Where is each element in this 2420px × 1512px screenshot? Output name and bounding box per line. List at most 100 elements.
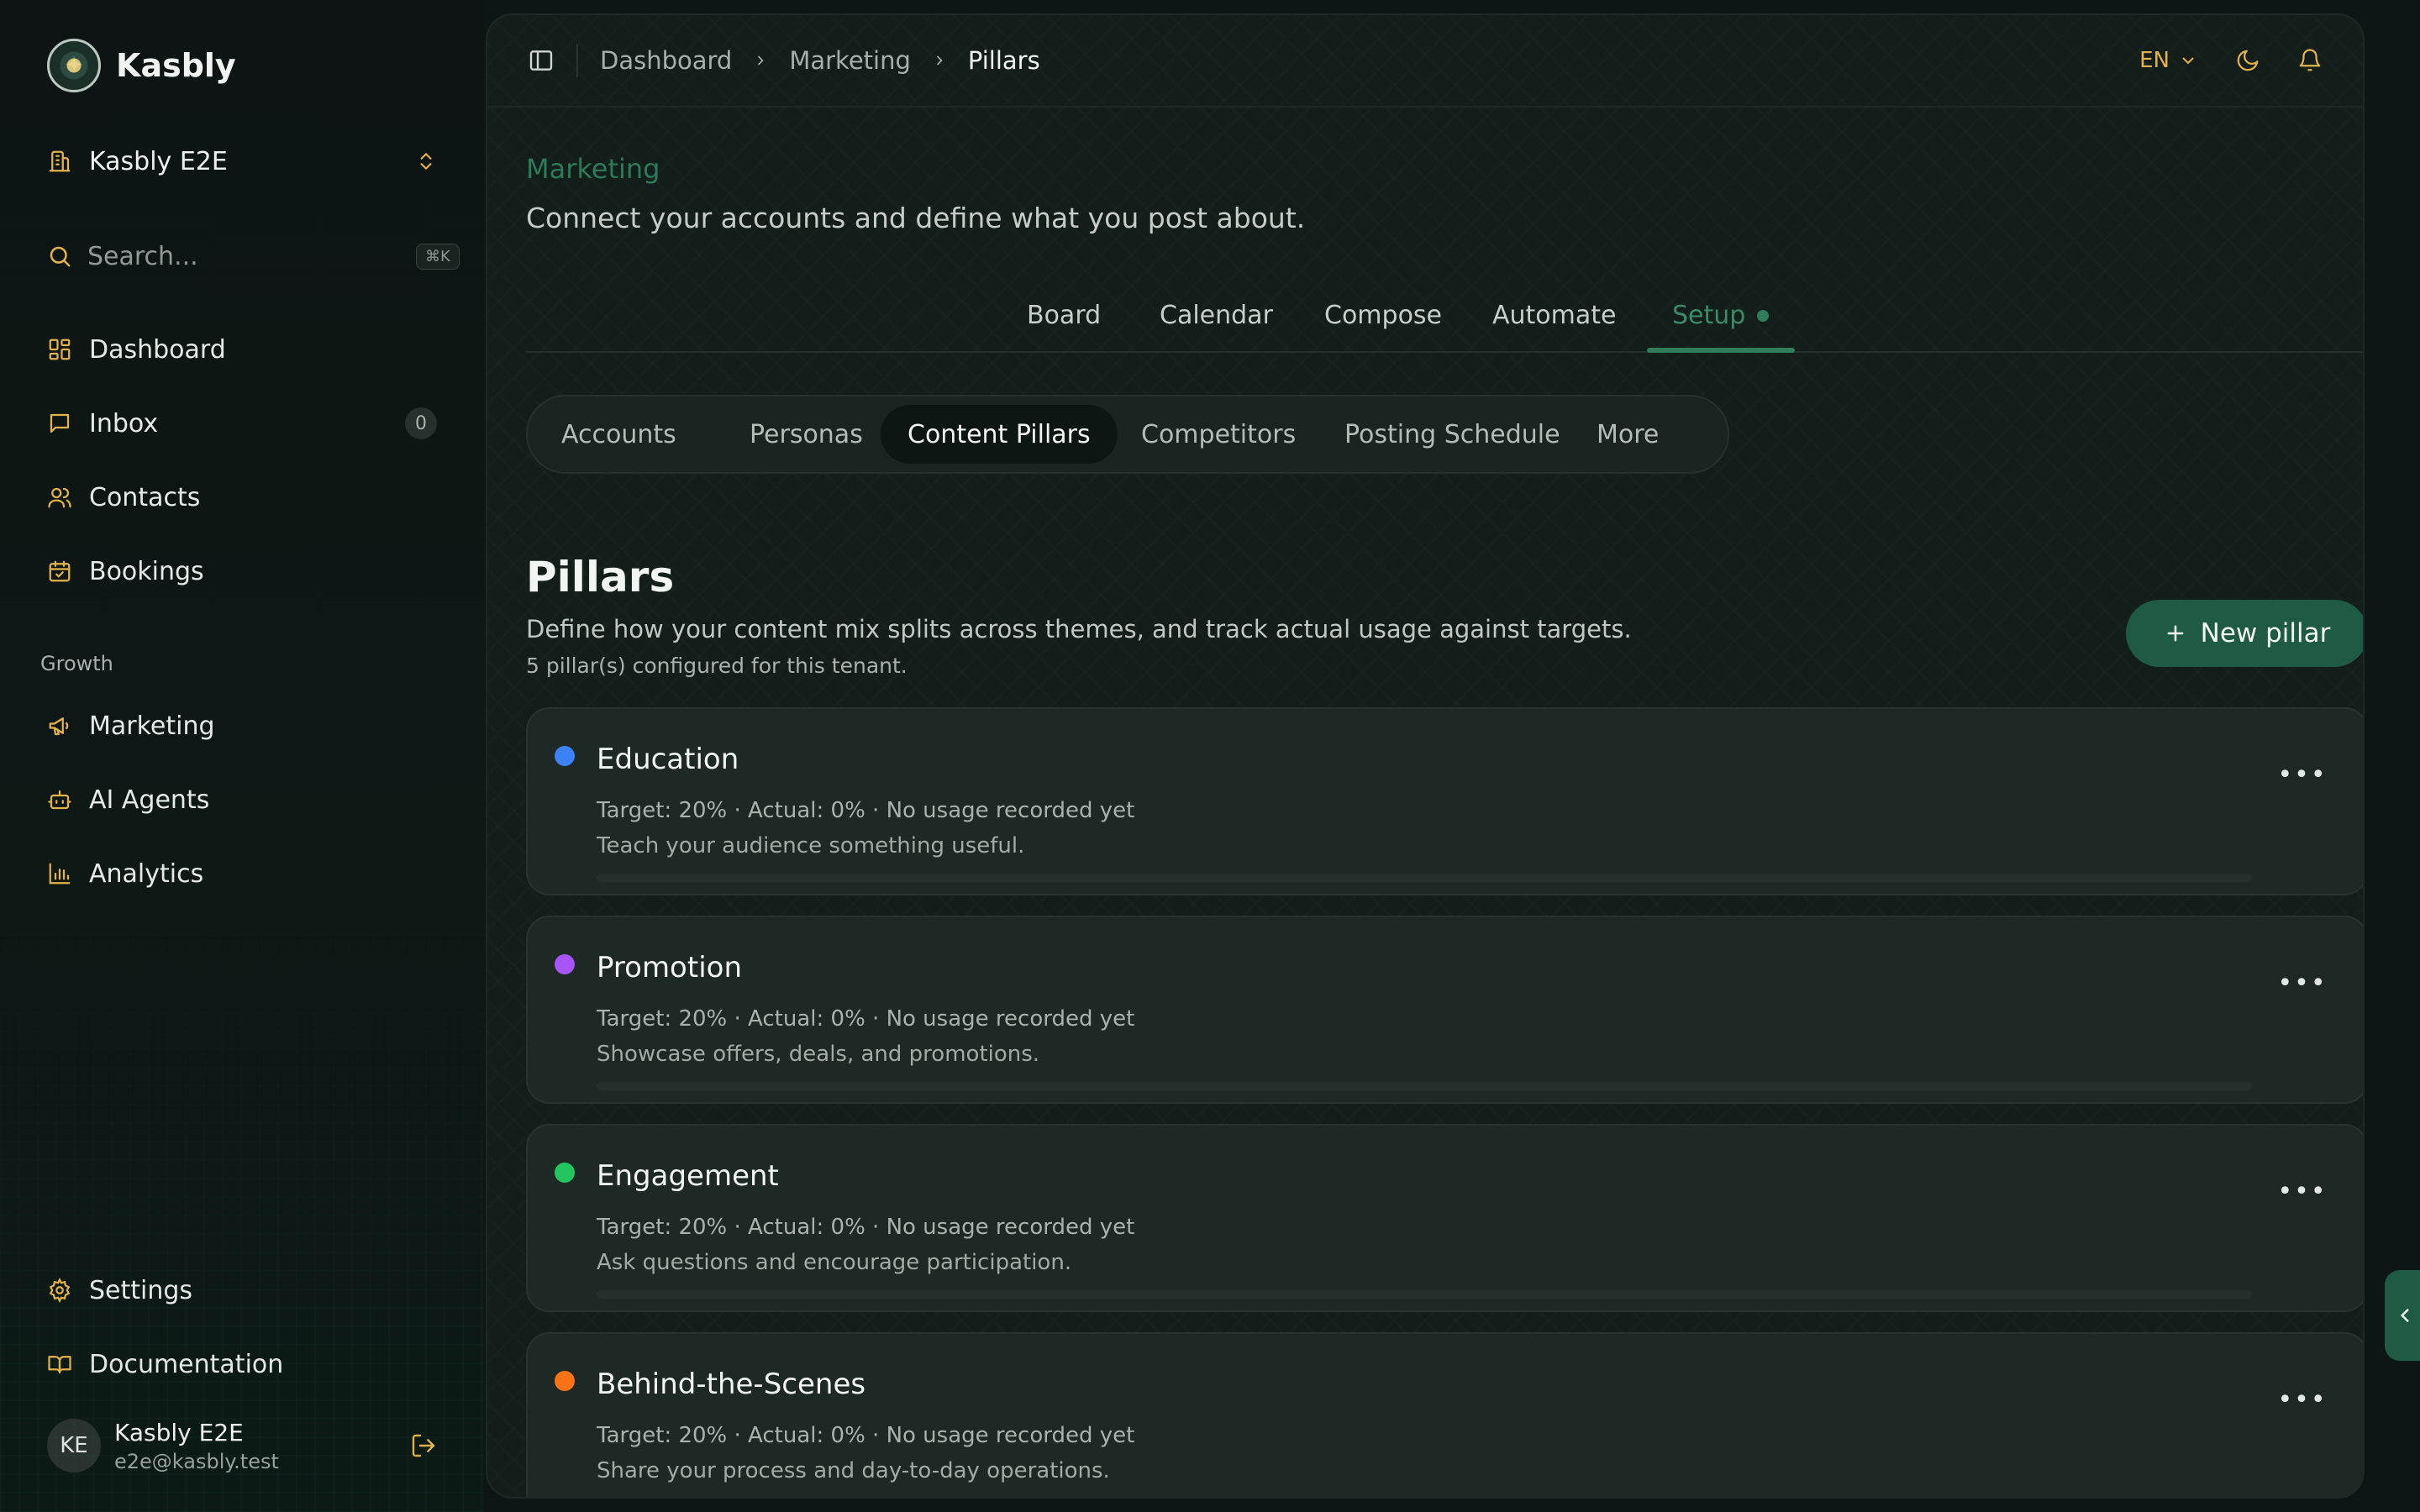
- subtab-more[interactable]: More: [1570, 405, 1686, 464]
- side-panel-toggle[interactable]: [2385, 1270, 2420, 1361]
- brand[interactable]: ✦ Kasbly: [47, 39, 236, 92]
- subtab-label: Posting Schedule: [1344, 419, 1560, 449]
- user-email: e2e@kasbly.test: [114, 1449, 279, 1473]
- section-title: Pillars: [526, 553, 675, 601]
- new-pillar-label: New pillar: [2200, 618, 2331, 648]
- tenant-switcher[interactable]: Kasbly E2E: [47, 141, 437, 181]
- nav-item-dashboard[interactable]: Dashboard: [47, 312, 437, 386]
- pillar-progress: [597, 874, 2252, 882]
- tenant-name: Kasbly E2E: [89, 146, 228, 176]
- pillar-card[interactable]: Engagement Target: 20% · Actual: 0% · No…: [526, 1124, 2363, 1312]
- avatar: KE: [47, 1419, 101, 1473]
- nav-label: Bookings: [89, 556, 204, 586]
- main-panel: Dashboard Marketing Pillars EN Marketing…: [486, 13, 2365, 1499]
- setup-subtabs: Accounts Personas Content Pillars Compet…: [526, 395, 1729, 474]
- pillar-name: Behind-the-Scenes: [597, 1368, 866, 1401]
- pillar-name: Engagement: [597, 1159, 779, 1193]
- more-options-icon[interactable]: •••: [2277, 1174, 2325, 1208]
- pillar-color-dot: [555, 1371, 575, 1391]
- active-dot: [1757, 309, 1770, 322]
- nav-item-bookings[interactable]: Bookings: [47, 534, 437, 608]
- topbar-divider: [576, 44, 578, 77]
- tab-compose[interactable]: Compose: [1324, 301, 1442, 330]
- page-kicker: Marketing: [526, 153, 660, 185]
- tab-label: Compose: [1324, 301, 1443, 330]
- inbox-count-badge: 0: [405, 407, 437, 439]
- nav-item-contacts[interactable]: Contacts: [47, 460, 437, 534]
- topbar: Dashboard Marketing Pillars EN: [487, 15, 2363, 108]
- more-options-icon[interactable]: •••: [2277, 758, 2325, 791]
- chevron-down-icon: [2178, 50, 2198, 71]
- section-description: Define how your content mix splits acros…: [526, 615, 1632, 643]
- pillar-color-dot: [555, 954, 575, 974]
- chevron-right-icon: [752, 52, 769, 69]
- pillar-count: 5 pillar(s) configured for this tenant.: [526, 654, 908, 678]
- pillar-name: Education: [597, 743, 739, 776]
- megaphone-icon: [47, 713, 72, 738]
- user-profile[interactable]: KE Kasbly E2E e2e@kasbly.test: [47, 1416, 437, 1475]
- nav-label: Analytics: [89, 858, 204, 889]
- nav-item-ai-agents[interactable]: AI Agents: [47, 763, 437, 837]
- pillar-meta: Target: 20% · Actual: 0% · No usage reco…: [597, 1215, 1135, 1240]
- bot-icon: [47, 787, 72, 812]
- nav-label: Marketing: [89, 711, 215, 741]
- subtab-label: Content Pillars: [908, 419, 1091, 449]
- pillar-card[interactable]: Behind-the-Scenes Target: 20% · Actual: …: [526, 1332, 2363, 1497]
- nav-item-analytics[interactable]: Analytics: [47, 837, 437, 911]
- subtab-accounts[interactable]: Accounts: [534, 405, 703, 464]
- sidebar-toggle-icon[interactable]: [528, 47, 555, 74]
- nav-item-settings[interactable]: Settings: [47, 1253, 437, 1327]
- pillar-meta: Target: 20% · Actual: 0% · No usage reco…: [597, 798, 1135, 823]
- tab-setup[interactable]: Setup: [1672, 301, 1770, 330]
- more-options-icon[interactable]: •••: [2277, 966, 2325, 1000]
- main-tabs: Board Calendar Compose Automate Setup: [526, 284, 2363, 353]
- primary-nav: Dashboard Inbox 0 Contacts Bookings: [47, 312, 437, 608]
- nav-item-marketing[interactable]: Marketing: [47, 689, 437, 763]
- subtab-content-pillars[interactable]: Content Pillars: [881, 405, 1118, 464]
- search-shortcut: ⌘K: [416, 243, 460, 270]
- pillar-list: Education Target: 20% · Actual: 0% · No …: [526, 707, 2363, 1497]
- inbox-icon: [47, 411, 72, 436]
- subtab-posting-schedule[interactable]: Posting Schedule: [1318, 405, 1587, 464]
- tab-board[interactable]: Board: [1027, 301, 1101, 330]
- brand-name: Kasbly: [116, 47, 236, 84]
- moon-icon[interactable]: [2235, 48, 2260, 73]
- gear-icon: [47, 1278, 72, 1303]
- pillar-description: Ask questions and encourage participatio…: [597, 1250, 1072, 1275]
- active-tab-underline: [1647, 348, 1795, 353]
- pillar-card[interactable]: Education Target: 20% · Actual: 0% · No …: [526, 707, 2363, 895]
- pillar-card[interactable]: Promotion Target: 20% · Actual: 0% · No …: [526, 916, 2363, 1104]
- logout-icon[interactable]: [410, 1432, 437, 1459]
- subtab-label: Personas: [750, 419, 863, 449]
- pillar-description: Teach your audience something useful.: [597, 833, 1025, 858]
- search-input[interactable]: [87, 241, 401, 271]
- dashboard-icon: [47, 337, 72, 362]
- nav-label: Dashboard: [89, 334, 226, 365]
- breadcrumb-item-dashboard[interactable]: Dashboard: [600, 46, 732, 75]
- kasbly-logo-icon: ✦: [47, 39, 101, 92]
- more-options-icon[interactable]: •••: [2277, 1383, 2325, 1416]
- book-icon: [47, 1352, 72, 1377]
- nav-label: Settings: [89, 1275, 193, 1305]
- bell-icon[interactable]: [2297, 48, 2323, 73]
- language-selector[interactable]: EN: [2139, 48, 2198, 73]
- search-bar[interactable]: ⌘K: [47, 237, 460, 276]
- tab-label: Automate: [1492, 301, 1617, 330]
- tab-automate[interactable]: Automate: [1492, 301, 1616, 330]
- chevron-left-icon: [2394, 1305, 2416, 1326]
- nav-item-inbox[interactable]: Inbox 0: [47, 386, 437, 460]
- pillar-name: Promotion: [597, 951, 742, 984]
- nav-label: Documentation: [89, 1349, 284, 1379]
- topbar-actions: EN: [2139, 48, 2323, 73]
- nav-item-documentation[interactable]: Documentation: [47, 1327, 437, 1401]
- building-icon: [47, 149, 72, 174]
- breadcrumb-item-marketing[interactable]: Marketing: [789, 46, 911, 75]
- nav-label: AI Agents: [89, 785, 210, 815]
- tab-calendar[interactable]: Calendar: [1160, 301, 1273, 330]
- pillar-meta: Target: 20% · Actual: 0% · No usage reco…: [597, 1006, 1135, 1032]
- new-pillar-button[interactable]: New pillar: [2126, 600, 2363, 667]
- subtab-competitors[interactable]: Competitors: [1114, 405, 1323, 464]
- nav-section-growth: Growth: [40, 652, 113, 675]
- footer-nav: Settings Documentation: [47, 1253, 437, 1401]
- subtab-personas[interactable]: Personas: [723, 405, 890, 464]
